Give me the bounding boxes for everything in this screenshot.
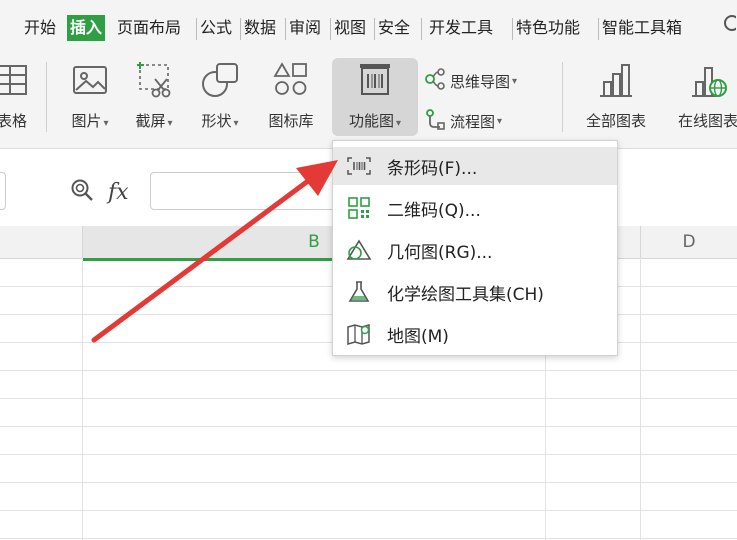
arrow-head bbox=[296, 160, 338, 196]
red-arrow-annotation bbox=[91, 160, 338, 343]
arrow-shaft bbox=[91, 175, 315, 343]
